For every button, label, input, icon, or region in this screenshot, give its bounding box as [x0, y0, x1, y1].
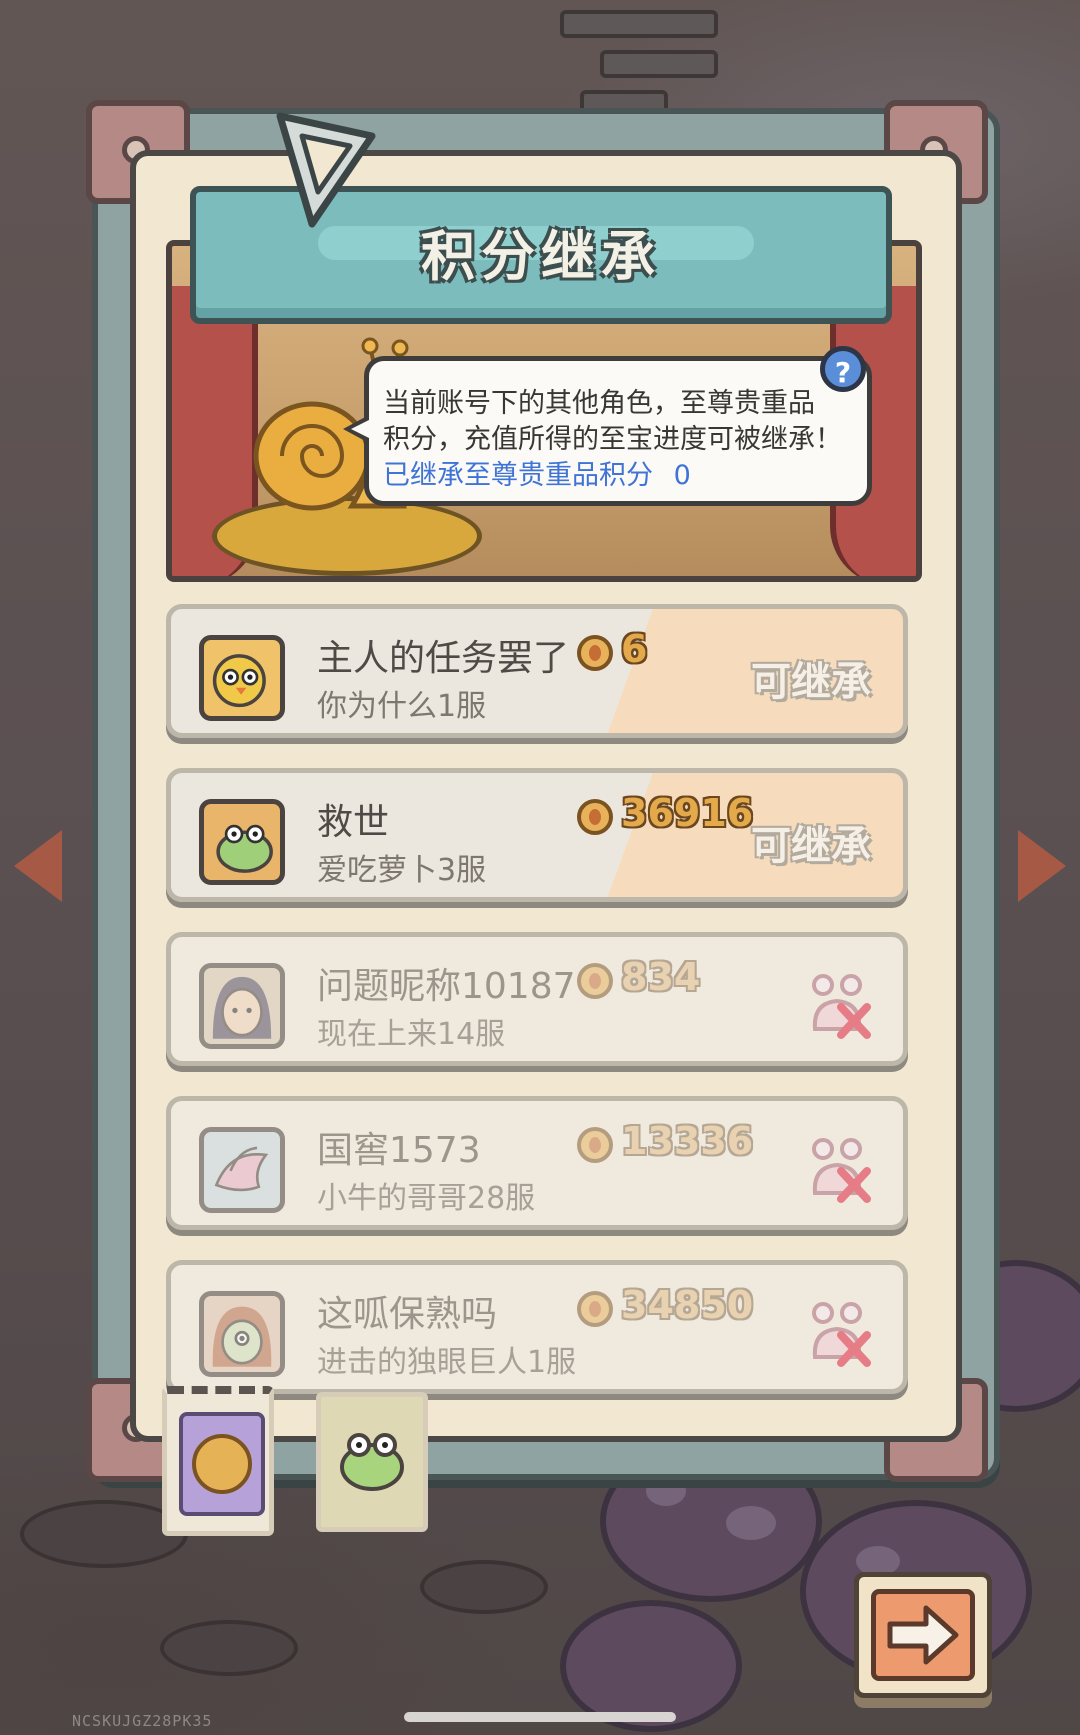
previous-arrow-icon[interactable] [14, 830, 62, 902]
bird-icon [199, 1127, 285, 1213]
points-coin-icon [577, 1127, 613, 1163]
character-server: 小牛的哥哥28服 [317, 1181, 536, 1216]
character-row[interactable]: 主人的任务罢了 你为什么1服 6 可继承 [166, 604, 908, 738]
inherited-points-label: 已继承至尊贵重品积分 [383, 460, 653, 491]
character-row: 国窖1573 小牛的哥哥28服 13336 [166, 1096, 908, 1230]
character-server: 进击的独眼巨人1服 [317, 1345, 577, 1380]
tab-frog[interactable] [316, 1392, 428, 1532]
character-row: 问题昵称10187 现在上来14服 834 [166, 932, 908, 1066]
background-stone [420, 1560, 548, 1614]
inherited-points-line: 已继承至尊贵重品积分 0 [383, 453, 691, 492]
character-points: 6 [621, 627, 648, 671]
inheritable-label: 可继承 [751, 659, 871, 705]
character-row[interactable]: 救世 爱吃萝卜3服 36916 可继承 [166, 768, 908, 902]
info-text-line: 积分，充值所得的至宝进度可被继承！ [383, 424, 842, 455]
points-coin-icon [577, 963, 613, 999]
points-coin-icon [577, 635, 613, 671]
tab-coin[interactable] [162, 1386, 274, 1536]
home-indicator[interactable] [404, 1712, 676, 1722]
frog-icon [199, 799, 285, 885]
character-name: 救世 [317, 802, 390, 843]
background-plank [600, 50, 718, 78]
character-server: 爱吃萝卜3服 [317, 853, 487, 888]
character-row: 这呱保熟吗 进击的独眼巨人1服 34850 [166, 1260, 908, 1394]
points-coin-icon [577, 799, 613, 835]
points-coin-icon [577, 1291, 613, 1327]
girl-icon [199, 963, 285, 1049]
device-id: NCSKUJGZ28PK35 [72, 1712, 213, 1730]
cyclops-icon [199, 1291, 285, 1377]
info-text-line: 当前账号下的其他角色，至尊贵重品 [383, 388, 815, 419]
frog-icon [340, 1433, 404, 1491]
triangle-emblem-icon [276, 112, 376, 228]
character-points: 834 [621, 955, 701, 999]
snail-not-inheritable-icon [812, 1302, 871, 1367]
character-points: 13336 [621, 1119, 754, 1163]
info-speech-bubble: 当前账号下的其他角色，至尊贵重品 积分，充值所得的至宝进度可被继承！ 已继承至尊… [343, 356, 872, 506]
next-button[interactable] [854, 1572, 992, 1698]
snail-not-inheritable-icon [812, 1138, 871, 1203]
character-server: 现在上来14服 [317, 1017, 506, 1052]
inherited-points-value: 0 [673, 460, 691, 491]
background-plank [560, 10, 718, 38]
character-name: 这呱保熟吗 [317, 1294, 498, 1335]
arrow-right-icon [887, 1605, 959, 1665]
next-page-arrow-icon[interactable] [1018, 830, 1066, 902]
coin-icon [179, 1412, 265, 1516]
character-points: 36916 [621, 791, 754, 835]
chick-icon [199, 635, 285, 721]
character-server: 你为什么1服 [317, 689, 487, 724]
help-button[interactable]: ? [820, 346, 866, 392]
character-name: 国窖1573 [317, 1130, 481, 1171]
character-points: 34850 [621, 1283, 754, 1327]
inheritable-label: 可继承 [751, 823, 871, 869]
character-name: 主人的任务罢了 [317, 638, 570, 679]
background-stone [160, 1620, 298, 1676]
snail-not-inheritable-icon [812, 974, 871, 1039]
character-name: 问题昵称10187 [317, 966, 576, 1007]
